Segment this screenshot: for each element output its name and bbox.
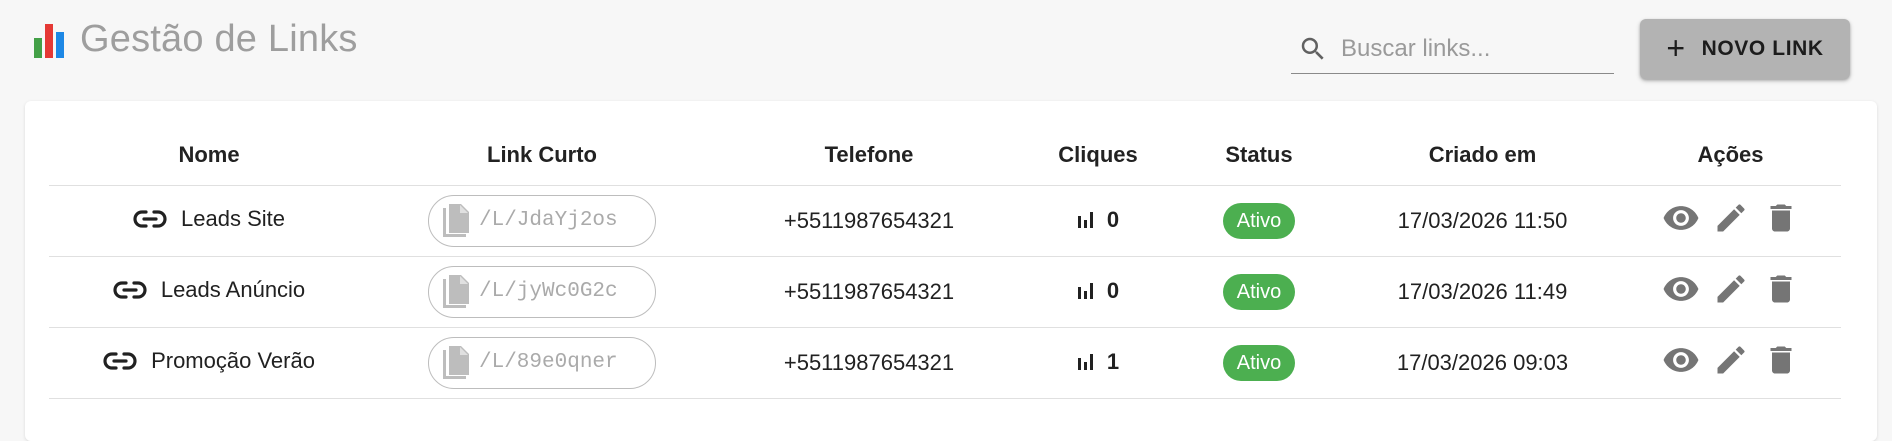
short-link-text: /L/JdaYj2os: [479, 209, 618, 232]
short-link-text: /L/jyWc0G2c: [479, 280, 618, 303]
plus-icon: +: [1666, 29, 1686, 66]
status-badge: Ativo: [1222, 273, 1296, 310]
cell-clicks: 1: [1023, 327, 1173, 399]
status-badge: Ativo: [1222, 202, 1296, 239]
eye-icon: [1663, 347, 1698, 372]
bar-chart-icon: [1077, 282, 1093, 299]
link-icon: [103, 351, 137, 371]
cell-short-link: /L/89e0qner: [369, 327, 715, 399]
column-header-phone[interactable]: Telefone: [715, 125, 1023, 186]
eye-icon: [1663, 276, 1698, 301]
cell-name: Leads Site: [49, 185, 369, 257]
view-button[interactable]: [1662, 199, 1700, 237]
eye-icon: [1663, 205, 1698, 230]
cell-short-link: /L/jyWc0G2c: [369, 256, 715, 328]
edit-button[interactable]: [1712, 341, 1750, 379]
column-header-actions: Ações: [1620, 125, 1841, 186]
column-header-status[interactable]: Status: [1173, 125, 1345, 186]
cell-status: Ativo: [1173, 185, 1345, 257]
column-header-created[interactable]: Criado em: [1345, 125, 1620, 186]
delete-button[interactable]: [1762, 199, 1800, 237]
copy-short-link-chip[interactable]: /L/JdaYj2os: [428, 194, 656, 247]
new-link-button[interactable]: + NOVO LINK: [1640, 19, 1850, 79]
copy-short-link-chip[interactable]: /L/jyWc0G2c: [428, 265, 656, 318]
pencil-icon: [1717, 274, 1745, 302]
search-field[interactable]: [1291, 24, 1614, 74]
trash-icon: [1770, 275, 1791, 302]
link-icon: [113, 280, 147, 300]
link-name: Leads Anúncio: [160, 277, 306, 302]
link-name: Leads Site: [181, 206, 285, 231]
cell-actions: [1620, 256, 1841, 328]
cell-phone: +5511987654321: [715, 185, 1023, 257]
view-button[interactable]: [1662, 270, 1700, 308]
cell-status: Ativo: [1173, 327, 1345, 399]
delete-button[interactable]: [1762, 270, 1800, 308]
pencil-icon: [1717, 203, 1745, 231]
trash-icon: [1770, 346, 1791, 373]
bar-chart-icon: [1077, 353, 1093, 370]
cell-short-link: /L/JdaYj2os: [369, 185, 715, 257]
table-row: Leads Site /L/JdaYj2os +5511987654321 0: [49, 185, 1841, 257]
edit-button[interactable]: [1712, 199, 1750, 237]
new-link-button-label: NOVO LINK: [1701, 37, 1824, 60]
bar-chart-icon: [1077, 211, 1093, 228]
links-table: Nome Link Curto Telefone Cliques Status …: [49, 125, 1841, 399]
copy-icon: [443, 274, 469, 308]
cell-actions: [1620, 327, 1841, 399]
edit-button[interactable]: [1712, 270, 1750, 308]
cell-name: Promoção Verão: [49, 327, 369, 399]
cell-actions: [1620, 185, 1841, 257]
cell-name: Leads Anúncio: [49, 256, 369, 328]
cell-phone: +5511987654321: [715, 327, 1023, 399]
table-row: Promoção Verão /L/89e0qner +551198765432…: [49, 327, 1841, 399]
link-icon: [133, 209, 167, 229]
trash-icon: [1770, 204, 1791, 231]
bar-chart-icon: [34, 20, 68, 60]
clicks-count: 1: [1106, 348, 1120, 374]
page-title-group: Gestão de Links: [34, 18, 358, 61]
copy-icon: [443, 345, 469, 379]
link-name: Promoção Verão: [151, 348, 315, 373]
clicks-count: 0: [1106, 206, 1120, 232]
cell-created: 17/03/2026 09:03: [1345, 327, 1620, 399]
copy-short-link-chip[interactable]: /L/89e0qner: [428, 336, 656, 389]
delete-button[interactable]: [1762, 341, 1800, 379]
view-button[interactable]: [1662, 341, 1700, 379]
column-header-clicks[interactable]: Cliques: [1023, 125, 1173, 186]
links-card: Nome Link Curto Telefone Cliques Status …: [25, 101, 1877, 441]
status-badge: Ativo: [1222, 344, 1296, 381]
column-header-name[interactable]: Nome: [49, 125, 369, 186]
cell-phone: +5511987654321: [715, 256, 1023, 328]
search-input[interactable]: [1341, 34, 1591, 63]
short-link-text: /L/89e0qner: [479, 351, 618, 374]
cell-clicks: 0: [1023, 185, 1173, 257]
table-header-row: Nome Link Curto Telefone Cliques Status …: [49, 125, 1841, 186]
cell-created: 17/03/2026 11:49: [1345, 256, 1620, 328]
search-icon: [1295, 31, 1331, 67]
cell-status: Ativo: [1173, 256, 1345, 328]
cell-created: 17/03/2026 11:50: [1345, 185, 1620, 257]
clicks-count: 0: [1106, 277, 1120, 303]
pencil-icon: [1717, 345, 1745, 373]
copy-icon: [443, 203, 469, 237]
table-row: Leads Anúncio /L/jyWc0G2c +5511987654321…: [49, 256, 1841, 328]
cell-clicks: 0: [1023, 256, 1173, 328]
column-header-short-link[interactable]: Link Curto: [369, 125, 715, 186]
page-title: Gestão de Links: [80, 18, 358, 60]
page-header: Gestão de Links + NOVO LINK: [0, 0, 1892, 100]
